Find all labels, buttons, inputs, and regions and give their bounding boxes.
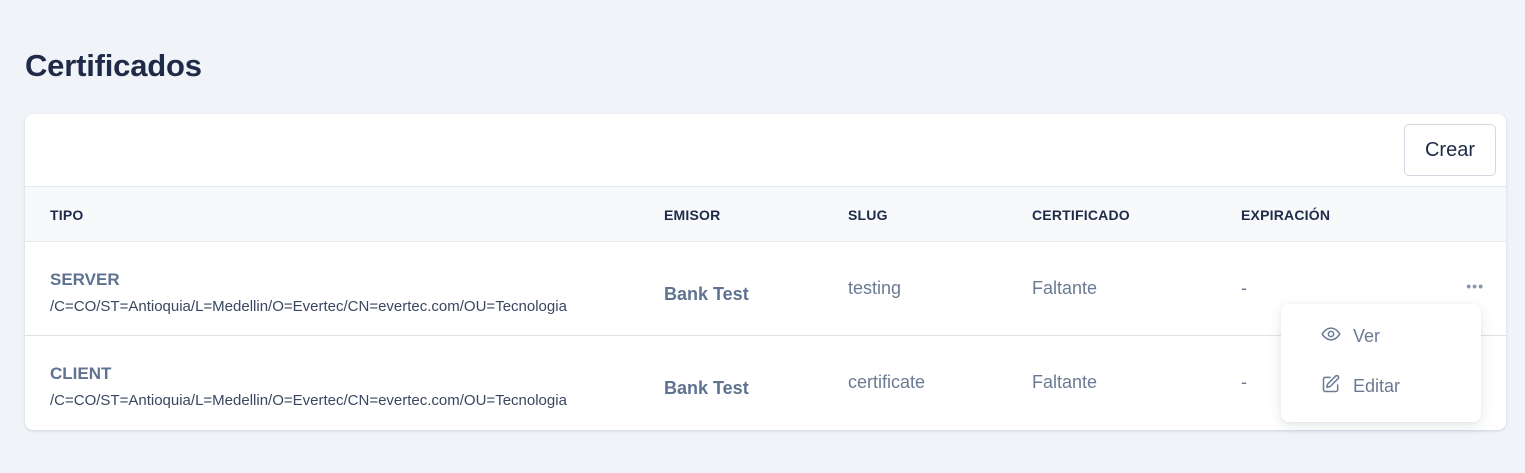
expiracion-cell: - (1241, 278, 1247, 298)
eye-icon (1321, 324, 1353, 349)
column-header-certificado: CERTIFICADO (1032, 207, 1130, 223)
actions-dropdown-menu: Ver Editar (1281, 304, 1481, 422)
card-toolbar: Crear (25, 114, 1506, 186)
edit-icon (1321, 374, 1353, 399)
column-header-tipo: TIPO (50, 207, 84, 223)
ellipsis-icon[interactable]: ••• (1466, 278, 1484, 294)
emisor-cell: Bank Test (664, 284, 749, 304)
emisor-cell: Bank Test (664, 378, 749, 398)
create-button[interactable]: Crear (1404, 124, 1496, 176)
table-header: TIPO EMISOR SLUG CERTIFICADO EXPIRACIÓN (25, 186, 1506, 242)
slug-cell: testing (848, 278, 902, 298)
certificado-cell: Faltante (1032, 278, 1098, 298)
slug-cell: certificate (848, 372, 926, 392)
column-header-emisor: EMISOR (664, 207, 721, 223)
certificado-cell: Faltante (1032, 372, 1098, 392)
type-name: CLIENT (50, 364, 112, 383)
type-cell: CLIENT /C=CO/ST=Antioquia/L=Medellin/O=E… (50, 364, 567, 409)
expiracion-cell: - (1241, 372, 1247, 392)
menu-item-editar[interactable]: Editar (1321, 371, 1400, 401)
page-title: Certificados (25, 48, 202, 83)
type-name: SERVER (50, 270, 120, 289)
menu-item-ver[interactable]: Ver (1321, 321, 1380, 351)
column-header-slug: SLUG (848, 207, 888, 223)
type-cell: SERVER /C=CO/ST=Antioquia/L=Medellin/O=E… (50, 270, 567, 315)
type-distinguished-name: /C=CO/ST=Antioquia/L=Medellin/O=Evertec/… (50, 298, 567, 315)
menu-item-label: Editar (1353, 375, 1401, 396)
column-header-expiracion: EXPIRACIÓN (1241, 207, 1331, 223)
type-distinguished-name: /C=CO/ST=Antioquia/L=Medellin/O=Evertec/… (50, 392, 567, 409)
menu-item-label: Ver (1353, 325, 1381, 346)
